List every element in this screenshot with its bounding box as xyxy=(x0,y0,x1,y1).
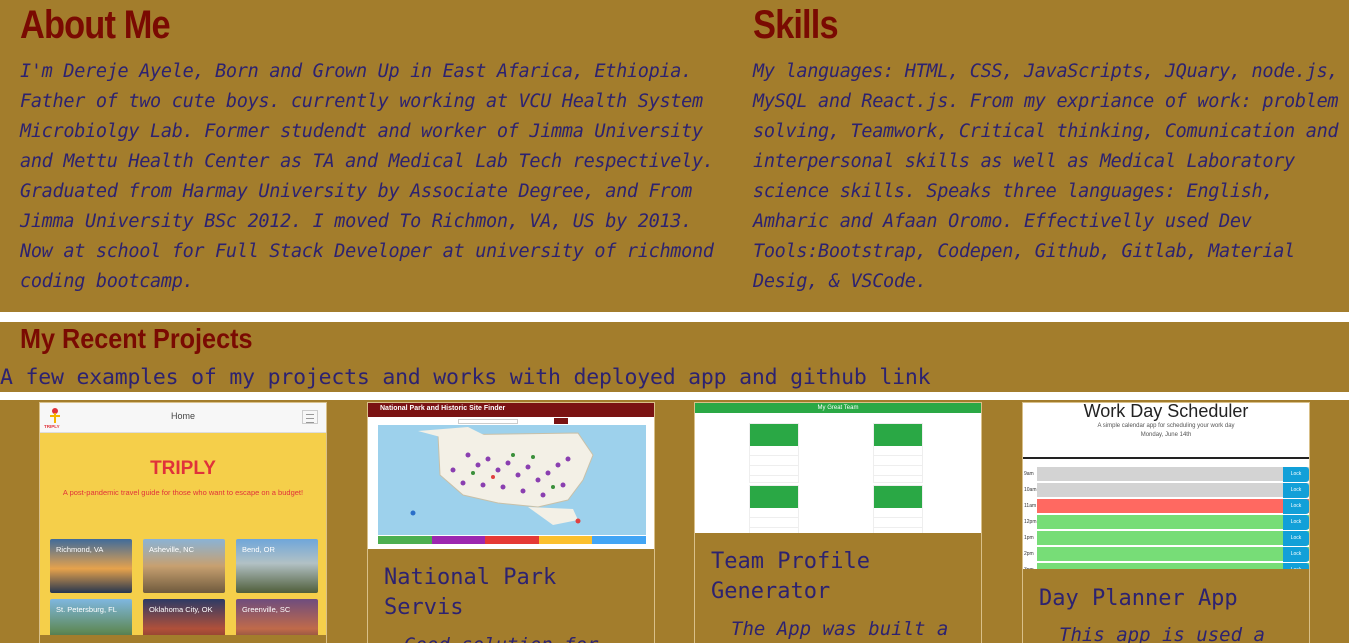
project-screenshot-national-park[interactable]: National Park and Historic Site Finder xyxy=(368,403,654,549)
hamburger-menu-icon xyxy=(302,410,318,424)
project-description: This app is used a xyxy=(1059,624,1265,643)
about-column: About Me I'm Dereje Ayele, Born and Grow… xyxy=(20,0,732,297)
scheduler-divider xyxy=(1023,457,1309,459)
employee-card xyxy=(749,423,799,483)
scheduler-subtitle: A simple calendar app for scheduling you… xyxy=(1097,423,1235,429)
time-block-row: 11am Lock xyxy=(1023,499,1309,514)
triply-tile: Greenville, SC xyxy=(236,599,318,635)
triply-tile: St. Petersburg, FL xyxy=(50,599,132,635)
time-block-row: 10am Lock xyxy=(1023,483,1309,498)
projects-header: My Recent Projects A few examples of my … xyxy=(0,322,1349,392)
scheduler-heading: Work Day Scheduler xyxy=(1083,403,1249,421)
project-screenshot-day-planner[interactable]: Work Day Scheduler A simple calendar app… xyxy=(1023,403,1309,569)
map-icon xyxy=(410,427,594,525)
about-title: About Me xyxy=(20,3,171,47)
employee-card xyxy=(749,485,799,533)
triply-logo-text: TRIPLY xyxy=(44,424,60,429)
project-card-team-profile[interactable]: My Great Team Team Profile Generator The… xyxy=(694,402,982,643)
skills-column: Skills My languages: HTML, CSS, JavaScri… xyxy=(753,0,1349,297)
time-block-row: 12pm Lock xyxy=(1023,515,1309,530)
triply-tile: Bend, OR xyxy=(236,539,318,593)
time-block-row: 1pm Lock xyxy=(1023,531,1309,546)
time-block-row: 9am Lock xyxy=(1023,467,1309,482)
park-search-button xyxy=(554,418,568,424)
about-bio: I'm Dereje Ayele, Born and Grown Up in E… xyxy=(20,61,714,292)
about-skills-section: About Me I'm Dereje Ayele, Born and Grow… xyxy=(0,0,1349,312)
projects-subtitle: A few examples of my projects and works … xyxy=(0,365,931,390)
triply-tile: Asheville, NC xyxy=(143,539,225,593)
project-screenshot-triply[interactable]: TRIPLY Home TRIPLY A post-pandemic trave… xyxy=(40,403,326,635)
park-search-field xyxy=(458,419,518,424)
triply-brand: TRIPLY xyxy=(150,458,216,479)
scheduler-date: Monday, June 14th xyxy=(1140,432,1192,438)
projects-title: My Recent Projects xyxy=(20,323,253,354)
skills-title: Skills xyxy=(753,3,839,47)
team-app-header: My Great Team xyxy=(695,403,981,413)
time-block-row: 2pm Lock xyxy=(1023,547,1309,562)
employee-card xyxy=(873,485,923,533)
triply-navbar: TRIPLY Home xyxy=(40,403,326,433)
project-card-day-planner[interactable]: Work Day Scheduler A simple calendar app… xyxy=(1022,402,1310,643)
triply-tagline: A post-pandemic travel guide for those w… xyxy=(62,488,304,497)
project-title[interactable]: Team Profile Generator xyxy=(711,547,870,607)
project-title[interactable]: National Park Servis xyxy=(384,563,556,623)
project-description: Good solution for xyxy=(404,632,598,643)
us-map xyxy=(378,425,646,535)
skills-text: My languages: HTML, CSS, JavaScripts, JQ… xyxy=(753,61,1339,292)
park-app-header: National Park and Historic Site Finder xyxy=(368,403,654,417)
triply-tile: Oklahoma City, OK xyxy=(143,599,225,635)
employee-card xyxy=(873,423,923,483)
triply-home-link: Home xyxy=(170,411,195,421)
project-card-triply[interactable]: TRIPLY Home TRIPLY A post-pandemic trave… xyxy=(39,402,327,643)
project-card-national-park[interactable]: National Park and Historic Site Finder N… xyxy=(367,402,655,643)
map-legend xyxy=(378,536,646,544)
project-cards: TRIPLY Home TRIPLY A post-pandemic trave… xyxy=(0,400,1349,643)
time-block-row: 3pmLock xyxy=(1023,563,1309,569)
triply-tile: Richmond, VA xyxy=(50,539,132,593)
project-screenshot-team-profile[interactable]: My Great Team xyxy=(695,403,981,533)
project-description: The App was built a xyxy=(731,618,949,640)
project-title[interactable]: Day Planner App xyxy=(1039,584,1238,614)
